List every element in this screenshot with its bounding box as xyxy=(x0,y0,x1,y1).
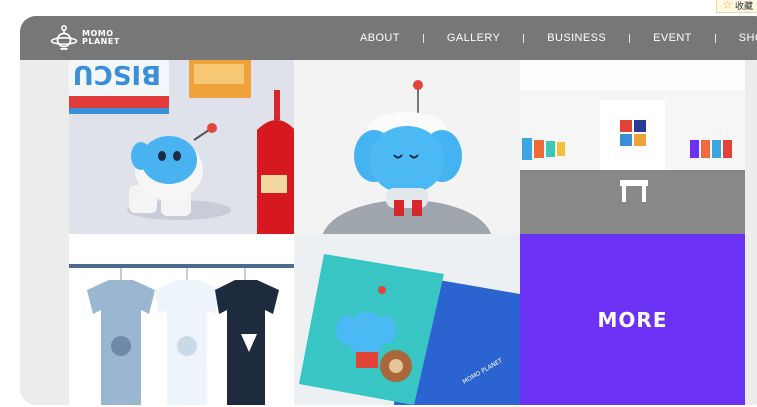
tshirts-photo xyxy=(69,234,294,405)
star-icon: ☆ xyxy=(723,0,732,11)
svg-text:BISCU: BISCU xyxy=(73,60,161,89)
planet-logo-icon xyxy=(50,24,78,50)
top-navigation-bar: MOMO PLANET ABOUT GALLERY BUSINESS EVENT… xyxy=(20,16,757,60)
gallery-tile-figure-biscuit[interactable]: BISCU xyxy=(69,60,294,234)
momo-moon-photo xyxy=(294,60,520,234)
gallery-grid: BISCU MOMO PLANET MORE xyxy=(69,60,745,405)
nav-gallery[interactable]: GALLERY xyxy=(447,32,500,44)
nav-event[interactable]: EVENT xyxy=(653,32,692,44)
nav-business[interactable]: BUSINESS xyxy=(547,32,606,44)
nav-divider xyxy=(422,33,424,43)
main-nav: ABOUT GALLERY BUSINESS EVENT SHO xyxy=(360,16,757,60)
nav-divider xyxy=(523,33,525,43)
more-tile[interactable]: MORE xyxy=(520,234,745,405)
bookmark-chip[interactable]: ☆ 收藏 xyxy=(716,0,757,13)
gallery-tile-exhibition-room[interactable] xyxy=(520,60,745,234)
bookmark-label: 收藏 xyxy=(734,1,753,11)
nav-divider xyxy=(714,33,716,43)
exhibition-room-photo xyxy=(520,60,745,234)
gallery-tile-momo-moon[interactable] xyxy=(294,60,520,234)
momo-planet-logo[interactable]: MOMO PLANET xyxy=(50,21,120,55)
website-viewport: MOMO PLANET ABOUT GALLERY BUSINESS EVENT… xyxy=(20,16,757,405)
more-button-label: MORE xyxy=(597,307,668,332)
gallery-tile-tshirts[interactable] xyxy=(69,234,294,405)
folders-photo: MOMO PLANET xyxy=(294,234,520,405)
nav-divider xyxy=(629,33,631,43)
logo-text-line2: PLANET xyxy=(82,37,120,46)
gallery-tile-folders[interactable]: MOMO PLANET xyxy=(294,234,520,405)
nav-shop[interactable]: SHO xyxy=(739,32,757,44)
figure-biscuit-photo: BISCU xyxy=(69,60,294,234)
nav-about[interactable]: ABOUT xyxy=(360,32,400,44)
